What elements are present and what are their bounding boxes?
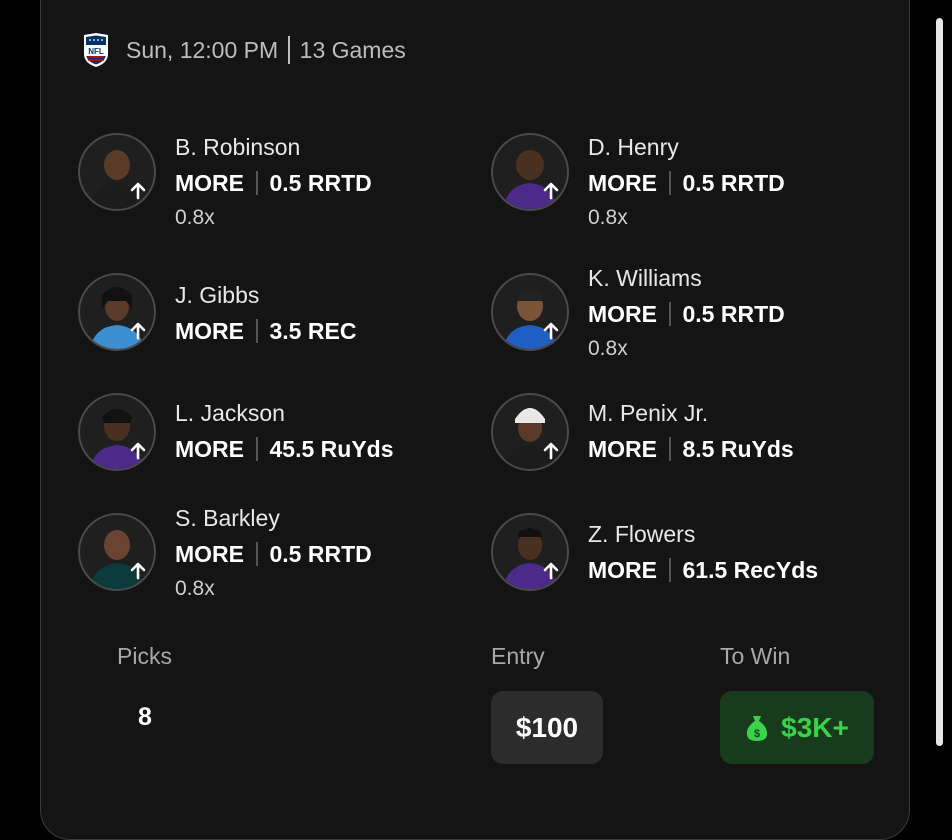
player-name: B. Robinson	[175, 134, 301, 160]
pick-line: 0.5 RRTD	[269, 541, 372, 567]
arrow-up-icon	[543, 442, 559, 460]
player-name: K. Williams	[588, 265, 702, 291]
pick-direction: MORE	[588, 557, 657, 583]
player-avatar	[78, 393, 156, 471]
money-bag-icon: $	[747, 715, 768, 741]
to-win-button[interactable]: $ $3K+	[720, 691, 874, 764]
player-avatar	[78, 273, 156, 351]
player-name: S. Barkley	[175, 505, 280, 531]
svg-text:NFL: NFL	[88, 47, 104, 56]
arrow-up-icon	[130, 562, 146, 580]
pick-direction: MORE	[588, 170, 657, 196]
nfl-shield-icon: NFL	[84, 33, 108, 67]
pick-line: 3.5 REC	[269, 318, 357, 344]
arrow-up-icon	[130, 322, 146, 340]
picks-count: 8	[138, 703, 152, 731]
pick-multiplier: 0.8x	[588, 337, 628, 360]
pick-direction: MORE	[175, 541, 244, 567]
pick-line: 0.5 RRTD	[682, 301, 785, 327]
arrow-up-icon	[543, 322, 559, 340]
slate-time: Sun, 12:00 PM	[126, 36, 279, 63]
scrollbar[interactable]	[936, 18, 943, 746]
pick-direction: MORE	[175, 170, 244, 196]
pick-line: 8.5 RuYds	[682, 436, 794, 462]
to-win-amount: $3K+	[781, 711, 849, 743]
player-avatar	[78, 513, 156, 591]
pick-multiplier: 0.8x	[588, 206, 628, 229]
entry-amount-button[interactable]: $100	[491, 691, 603, 764]
pick-line: 45.5 RuYds	[269, 436, 394, 462]
entry-amount: $100	[515, 711, 579, 743]
player-name: J. Gibbs	[175, 282, 260, 308]
picks-label: Picks	[117, 643, 172, 669]
arrow-up-icon	[543, 562, 559, 580]
arrow-up-icon	[130, 182, 146, 200]
player-avatar	[491, 133, 569, 211]
player-name: L. Jackson	[175, 400, 285, 426]
arrow-up-icon	[543, 182, 559, 200]
entry-label: Entry	[491, 643, 545, 669]
slate-header: NFL Sun, 12:00 PM 13 Games	[82, 32, 406, 68]
player-name: Z. Flowers	[588, 521, 696, 547]
pick-direction: MORE	[175, 318, 244, 344]
pick-multiplier: 0.8x	[175, 577, 215, 600]
player-avatar	[78, 133, 156, 211]
svg-text:$: $	[754, 728, 760, 740]
player-avatar	[491, 393, 569, 471]
player-name: D. Henry	[588, 134, 679, 160]
player-avatar	[491, 273, 569, 351]
pick-direction: MORE	[175, 436, 244, 462]
pick-line: 0.5 RRTD	[269, 170, 372, 196]
pick-multiplier: 0.8x	[175, 206, 215, 229]
to-win-label: To Win	[720, 643, 791, 669]
pick-direction: MORE	[588, 301, 657, 327]
pick-line: 0.5 RRTD	[682, 170, 785, 196]
pick-direction: MORE	[588, 436, 657, 462]
slate-games: 13 Games	[299, 36, 406, 63]
header-divider	[288, 36, 290, 64]
player-avatar	[491, 513, 569, 591]
arrow-up-icon	[130, 442, 146, 460]
player-name: M. Penix Jr.	[588, 400, 709, 426]
pick-line: 61.5 RecYds	[682, 557, 819, 583]
